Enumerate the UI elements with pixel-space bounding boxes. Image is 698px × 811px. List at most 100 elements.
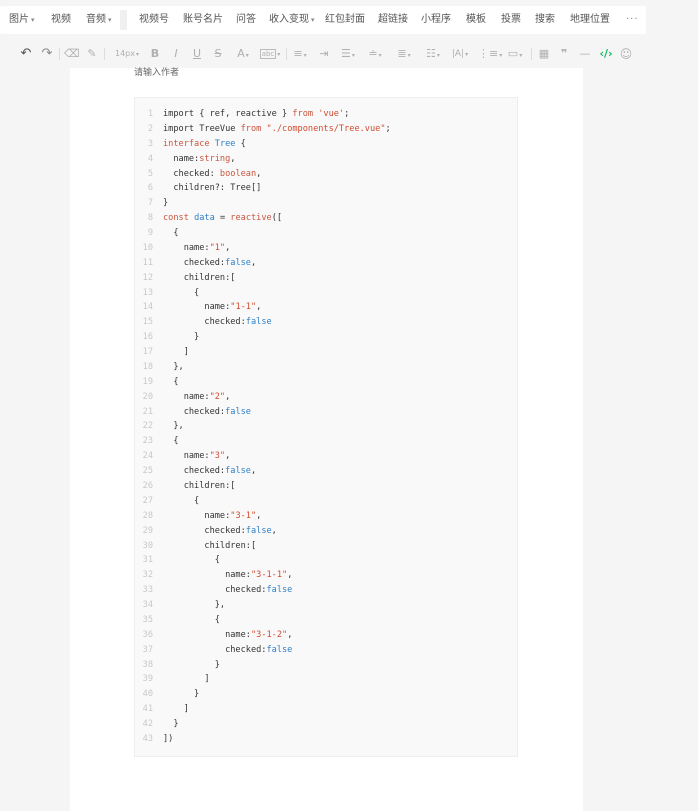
code-line: 12 children:[ bbox=[135, 271, 236, 286]
table-icon[interactable]: ▦ bbox=[537, 46, 551, 62]
code-token: checked: bbox=[163, 466, 226, 477]
code-token: boolean bbox=[219, 168, 257, 179]
divider-line-icon[interactable]: — bbox=[578, 46, 592, 62]
code-line: 28 name:"3-1", bbox=[135, 509, 262, 524]
indent-icon[interactable]: ⇥ bbox=[318, 46, 330, 62]
code-token: ] bbox=[163, 347, 189, 358]
paragraph-spacing-icon[interactable]: ☰▾ bbox=[339, 46, 357, 62]
undo-icon[interactable]: ↶ bbox=[19, 46, 33, 62]
code-line: 14 name:"1-1", bbox=[135, 300, 262, 315]
code-line: 16 } bbox=[135, 330, 200, 345]
code-token: false bbox=[225, 406, 251, 417]
code-token: checked: bbox=[163, 406, 226, 417]
align-menu-icon[interactable]: ≡▾ bbox=[291, 46, 309, 62]
insert-location-button[interactable]: 地理位置 bbox=[570, 6, 610, 34]
line-number: 5 bbox=[147, 168, 153, 179]
insert-hyperlink-button[interactable]: 超链接 bbox=[378, 6, 408, 34]
line-number: 34 bbox=[142, 600, 153, 611]
code-token: } bbox=[163, 719, 179, 730]
quote-icon[interactable]: ❞ bbox=[557, 46, 571, 62]
insert-search-button[interactable]: 搜索 bbox=[535, 6, 555, 34]
code-token: Tree bbox=[214, 138, 236, 149]
code-line: 26 children:[ bbox=[135, 479, 236, 494]
code-token: "3-1-2" bbox=[250, 629, 288, 640]
code-token: "3-1" bbox=[230, 510, 257, 521]
code-token: { bbox=[163, 376, 179, 387]
line-number: 4 bbox=[147, 153, 153, 164]
background-color-icon[interactable]: abc ▾ bbox=[259, 46, 281, 62]
code-token: children?: Tree[] bbox=[163, 183, 262, 194]
code-token: from bbox=[240, 123, 262, 134]
editor-page: 请输入作者 1 import { ref, reactive } from 'vu… bbox=[70, 68, 583, 811]
insert-channels-button[interactable]: 视频号 bbox=[139, 6, 169, 34]
insert-image-menu[interactable]: 图片 ▾ bbox=[9, 6, 35, 34]
code-token: , bbox=[271, 525, 277, 536]
code-token: children:[ bbox=[163, 481, 236, 491]
emoji-icon[interactable]: ☺ bbox=[619, 46, 633, 62]
line-number: 27 bbox=[142, 495, 153, 506]
code-token: , bbox=[250, 466, 257, 477]
insert-audio-menu[interactable]: 音频 ▾ bbox=[86, 6, 112, 34]
insert-monetize-menu[interactable]: 收入变现 ▾ bbox=[269, 6, 315, 34]
line-number: 41 bbox=[142, 704, 153, 715]
code-line: 30 children:[ bbox=[135, 539, 257, 554]
code-token: interface bbox=[163, 138, 210, 149]
bold-icon[interactable]: B bbox=[149, 46, 161, 62]
chevron-down-icon: ▾ bbox=[108, 16, 112, 24]
line-number: 42 bbox=[142, 719, 153, 730]
italic-icon[interactable]: I bbox=[170, 46, 182, 62]
strikethrough-icon[interactable]: S bbox=[212, 46, 224, 62]
insert-template-button[interactable]: 模板 bbox=[466, 6, 486, 34]
line-number: 3 bbox=[147, 138, 153, 149]
code-line: 20 name:"2", bbox=[135, 390, 231, 405]
code-token: checked: bbox=[163, 585, 267, 596]
code-line: 10 name:"1", bbox=[135, 241, 231, 256]
more-icon[interactable]: ··· bbox=[626, 6, 639, 34]
format-toolbar: ↶ ↷ ⌫ ✎ 14px▾ B I U S A▾ abc ▾ ≡▾ ⇥ ☰▾ ≐▾… bbox=[0, 40, 698, 68]
insert-mini-program-button[interactable]: 小程序 bbox=[421, 6, 451, 34]
code-icon[interactable]: ‹/› bbox=[597, 46, 615, 62]
font-color-icon[interactable]: A▾ bbox=[233, 46, 253, 62]
code-token: ] bbox=[163, 674, 210, 685]
line-number: 9 bbox=[147, 228, 153, 239]
code-line: 7} bbox=[135, 196, 168, 211]
code-token: { bbox=[163, 228, 179, 239]
layout-icon[interactable]: ▭▾ bbox=[506, 46, 524, 62]
code-token: }, bbox=[163, 361, 184, 372]
code-line: 41 ] bbox=[135, 702, 189, 717]
code-line: 35 { bbox=[135, 613, 220, 628]
toolbar-divider bbox=[59, 48, 60, 60]
font-size-select[interactable]: 14px▾ bbox=[111, 46, 143, 62]
code-line: 38 } bbox=[135, 658, 220, 673]
insert-video-button[interactable]: 视频 bbox=[51, 6, 71, 34]
code-token: { bbox=[163, 436, 179, 447]
insert-vote-button[interactable]: 投票 bbox=[501, 6, 521, 34]
insert-qa-button[interactable]: 问答 bbox=[236, 6, 256, 34]
insert-account-card-button[interactable]: 账号名片 bbox=[183, 6, 223, 34]
underline-icon[interactable]: U bbox=[191, 46, 203, 62]
code-line: 29 checked:false, bbox=[135, 524, 277, 539]
code-line: 9 { bbox=[135, 226, 179, 241]
line-number: 35 bbox=[142, 614, 153, 625]
code-line: 22 }, bbox=[135, 419, 184, 434]
line-spacing-icon[interactable]: ≐▾ bbox=[366, 46, 384, 62]
list-icon[interactable]: ⋮≡▾ bbox=[478, 46, 502, 62]
line-number: 25 bbox=[142, 466, 153, 477]
code-line: 1 import { ref, reactive } from 'vue'; bbox=[135, 107, 350, 122]
clear-format-icon[interactable]: ⌫ bbox=[64, 46, 80, 62]
letter-spacing-icon[interactable]: |A|▾ bbox=[451, 46, 469, 62]
align-justify-icon[interactable]: ≣▾ bbox=[395, 46, 413, 62]
code-token: checked: bbox=[163, 644, 267, 655]
redo-icon[interactable]: ↷ bbox=[40, 46, 54, 62]
line-number: 8 bbox=[147, 213, 153, 224]
code-line: 19 { bbox=[135, 375, 179, 390]
format-painter-icon[interactable]: ✎ bbox=[85, 46, 99, 62]
code-block[interactable]: 1 import { ref, reactive } from 'vue'; 2 im… bbox=[134, 97, 518, 757]
author-input[interactable]: 请输入作者 bbox=[134, 65, 179, 79]
line-number: 43 bbox=[142, 733, 153, 744]
line-number: 1 bbox=[147, 109, 153, 119]
line-number: 29 bbox=[142, 525, 153, 536]
text-indent-icon[interactable]: ☷▾ bbox=[424, 46, 442, 62]
insert-red-envelope-cover-button[interactable]: 红包封面 bbox=[325, 6, 365, 34]
line-number: 24 bbox=[142, 451, 153, 462]
